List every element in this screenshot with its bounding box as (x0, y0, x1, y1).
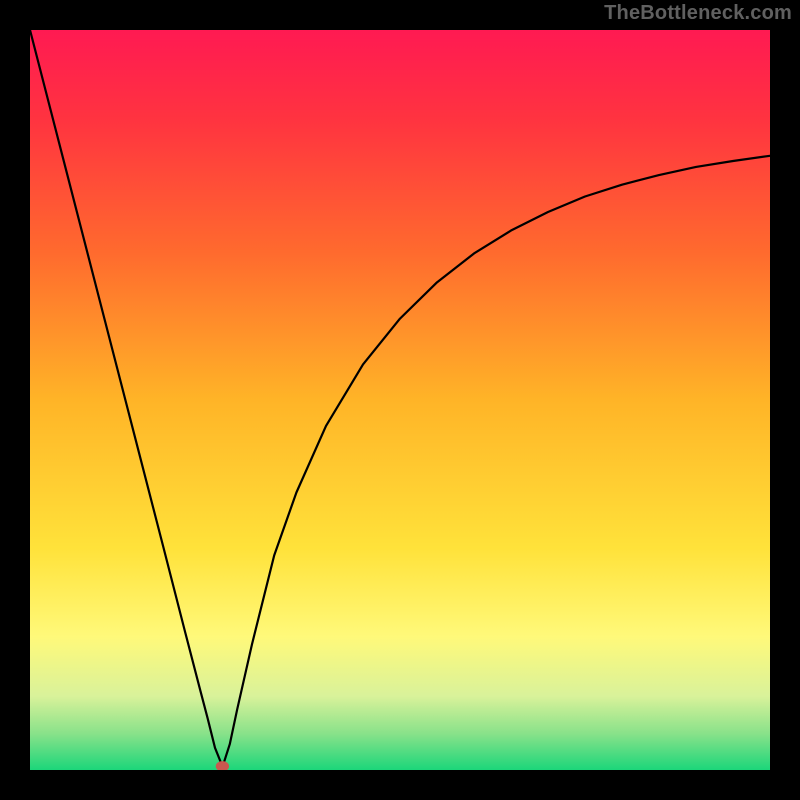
chart-svg (30, 30, 770, 770)
watermark-label: TheBottleneck.com (604, 2, 792, 25)
chart-frame: TheBottleneck.com (0, 0, 800, 800)
plot-area (30, 30, 770, 770)
chart-background (30, 30, 770, 770)
